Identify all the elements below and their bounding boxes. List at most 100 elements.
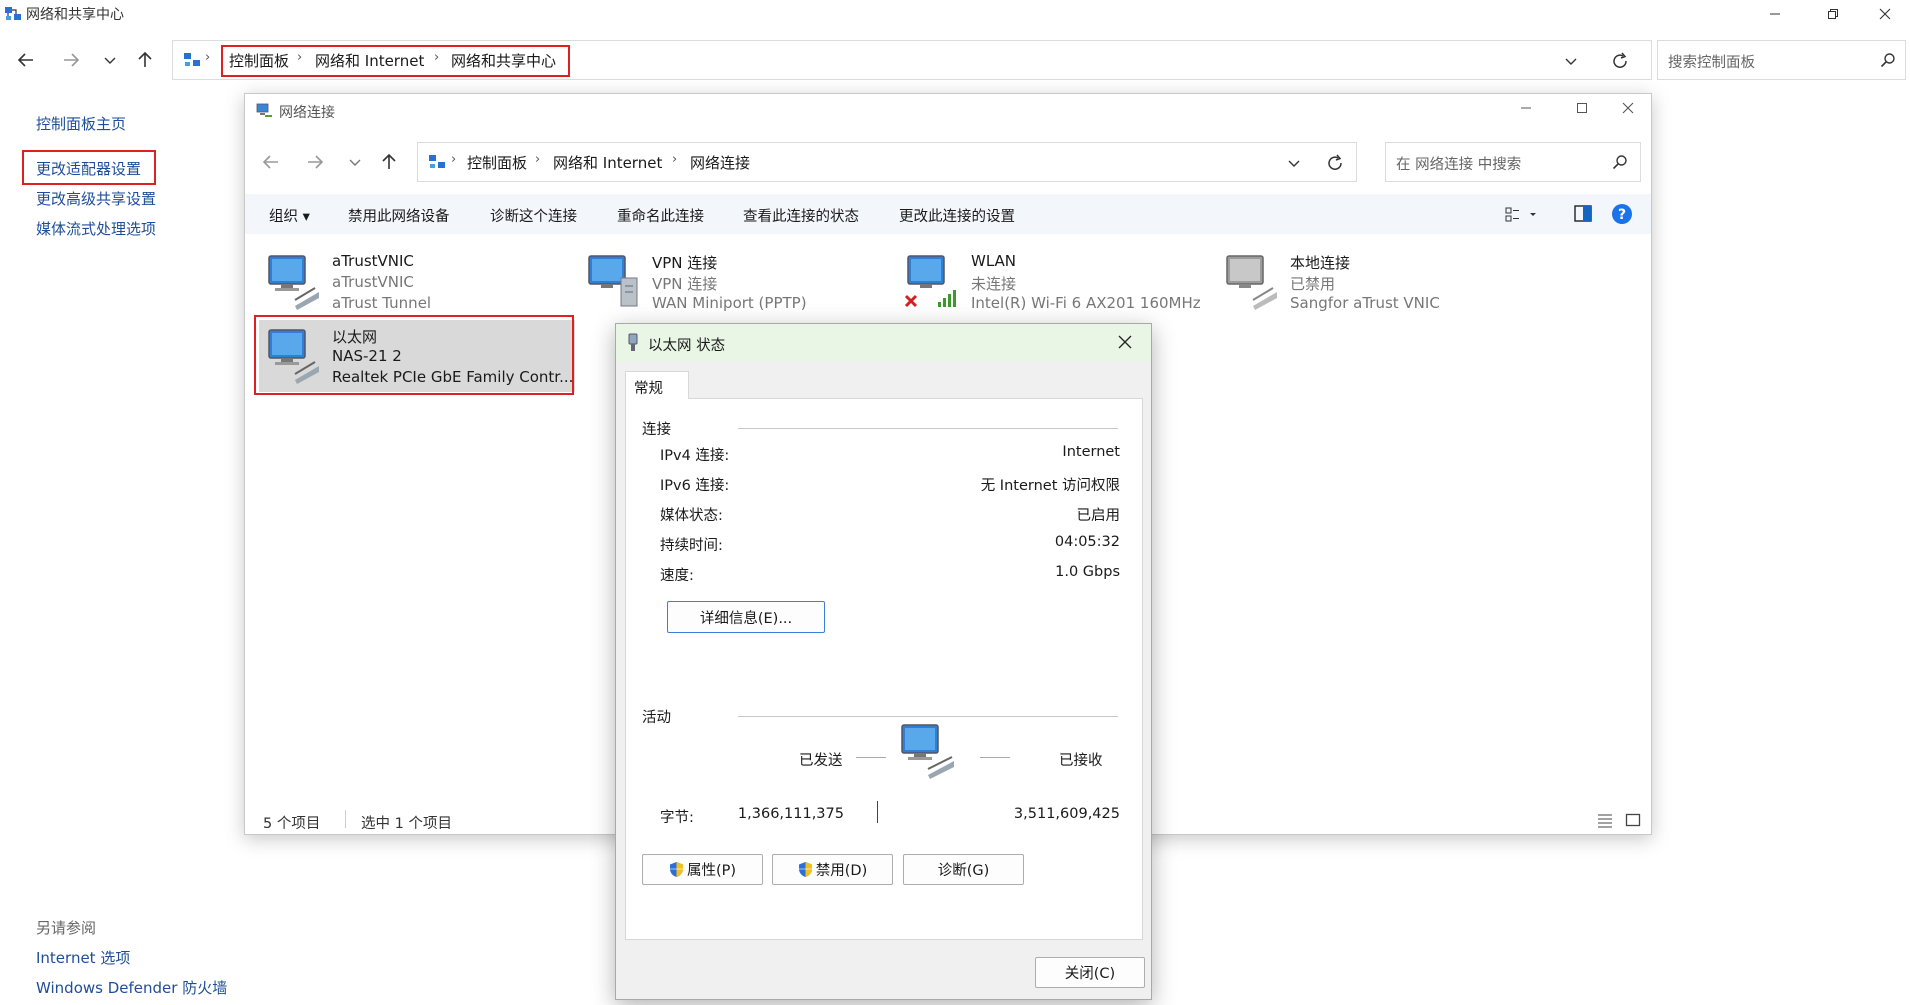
minimize-button[interactable] [1752, 0, 1798, 28]
change-advanced-sharing-link[interactable]: 更改高级共享设置 [36, 188, 156, 209]
rename-connection-button[interactable]: 重命名此连接 [617, 205, 704, 226]
net-forward-button[interactable] [297, 144, 333, 180]
preview-pane-icon[interactable] [1574, 205, 1592, 223]
details-button[interactable]: 详细信息(E)... [667, 601, 825, 633]
net-search-icon[interactable] [1612, 154, 1628, 170]
window-title: 网络和共享中心 [26, 7, 124, 23]
network-activity-icon [898, 719, 960, 781]
net-breadcrumb-network-connections[interactable]: 网络连接 [690, 152, 750, 173]
connection-item-vpn[interactable]: VPN 连接 VPN 连接 WAN Miniport (PPTP) [579, 246, 895, 316]
disable-label: 禁用(D) [815, 863, 868, 879]
diagnose-button[interactable]: 诊断(G) [903, 854, 1024, 885]
net-search-box[interactable]: 在 网络连接 中搜索 [1385, 142, 1641, 182]
network-center-icon [4, 5, 22, 23]
net-back-button[interactable] [253, 144, 289, 180]
connection-name: 本地连接 [1290, 254, 1351, 272]
net-breadcrumb-control-panel[interactable]: 控制面板 [467, 152, 527, 173]
breadcrumb-network-internet[interactable]: 网络和 Internet [315, 50, 424, 71]
large-icons-view-icon[interactable] [1625, 812, 1641, 828]
breadcrumb-separator-icon: › [535, 152, 541, 167]
connection-device: aTrust Tunnel [332, 294, 432, 312]
close-dialog-button[interactable]: 关闭(C) [1035, 957, 1145, 988]
net-refresh-icon[interactable] [1326, 154, 1344, 172]
details-view-icon[interactable] [1597, 812, 1613, 828]
breadcrumb-control-panel[interactable]: 控制面板 [229, 50, 289, 71]
selected-count: 选中 1 个项目 [345, 812, 452, 833]
refresh-icon[interactable] [1611, 52, 1629, 70]
connection-section-heading: 连接 [642, 422, 671, 438]
address-dropdown-icon[interactable] [1563, 53, 1579, 69]
view-status-button[interactable]: 查看此连接的状态 [743, 205, 859, 226]
change-settings-button[interactable]: 更改此连接的设置 [899, 205, 1015, 226]
up-button[interactable] [127, 42, 163, 78]
bytes-divider [877, 801, 878, 823]
net-close-button[interactable] [1605, 94, 1651, 122]
uac-shield-icon [798, 861, 813, 878]
net-breadcrumb-network-internet[interactable]: 网络和 Internet [553, 152, 662, 173]
connection-item-local[interactable]: 本地连接 已禁用 Sangfor aTrust VNIC [1217, 246, 1533, 316]
disabled-adapter-icon [1223, 250, 1281, 310]
ethernet-plug-icon [626, 333, 640, 353]
breadcrumb-separator-icon: › [297, 50, 303, 65]
media-streaming-options-link[interactable]: 媒体流式处理选项 [36, 218, 156, 239]
dialog-titlebar: 以太网 状态 [616, 324, 1151, 362]
breadcrumb-separator-icon: › [672, 152, 678, 167]
restore-button[interactable] [1810, 0, 1856, 28]
search-icon[interactable] [1880, 52, 1896, 68]
organize-button[interactable]: 组织 ▾ [269, 205, 310, 226]
dialog-panel: 连接 IPv4 连接: Internet IPv6 连接: 无 Internet… [625, 398, 1143, 940]
back-button[interactable] [8, 42, 44, 78]
net-address-bar[interactable]: › 控制面板 › 网络和 Internet › 网络连接 [417, 142, 1357, 182]
connection-name: WLAN [971, 252, 1017, 270]
duration-label: 持续时间: [660, 538, 723, 554]
activity-section-heading: 活动 [642, 710, 671, 726]
net-control-panel-icon [428, 153, 446, 171]
search-placeholder: 搜索控制面板 [1668, 55, 1755, 71]
dialog-title: 以太网 状态 [648, 338, 726, 354]
connection-item-atrustvnic[interactable]: aTrustVNIC aTrustVNIC aTrust Tunnel [259, 246, 575, 316]
recent-locations-chevron-icon[interactable] [92, 42, 128, 78]
main-titlebar: 网络和共享中心 [0, 0, 1910, 28]
connection-status: 未连接 [971, 275, 1017, 293]
control-panel-icon [183, 51, 201, 69]
net-address-dropdown-icon[interactable] [1286, 155, 1302, 171]
forward-button[interactable] [53, 42, 89, 78]
properties-button[interactable]: 属性(P) [642, 854, 763, 885]
connection-name: 以太网 [332, 328, 378, 346]
tab-general[interactable]: 常规 [625, 371, 689, 399]
received-label: 已接收 [1059, 753, 1103, 769]
media-state-label: 媒体状态: [660, 508, 723, 524]
view-options-icon[interactable] [1505, 205, 1539, 223]
search-box[interactable]: 搜索控制面板 [1657, 40, 1906, 80]
control-panel-home-link[interactable]: 控制面板主页 [36, 113, 126, 134]
internet-options-link[interactable]: Internet 选项 [36, 947, 130, 968]
change-adapter-settings-link[interactable]: 更改适配器设置 [36, 158, 141, 179]
connection-name: VPN 连接 [652, 254, 718, 272]
disable-button[interactable]: 禁用(D) [772, 854, 893, 885]
disable-device-button[interactable]: 禁用此网络设备 [348, 205, 450, 226]
diagnose-connection-button[interactable]: 诊断这个连接 [490, 205, 577, 226]
bytes-sent-value: 1,366,111,375 [737, 806, 844, 822]
dialog-close-icon[interactable] [1117, 334, 1133, 350]
windows-defender-firewall-link[interactable]: Windows Defender 防火墙 [36, 977, 227, 998]
net-up-button[interactable] [371, 144, 407, 180]
bytes-received-value: 3,511,609,425 [1013, 806, 1120, 822]
selected-count-text: 选中 1 个项目 [361, 816, 452, 832]
help-icon[interactable]: ? [1611, 203, 1633, 225]
connection-item-wlan[interactable]: WLAN 未连接 Intel(R) Wi-Fi 6 AX201 160MHz [898, 246, 1214, 316]
net-maximize-button[interactable] [1559, 94, 1605, 122]
breadcrumb-network-sharing-center[interactable]: 网络和共享中心 [451, 50, 556, 71]
tab-general-label: 常规 [634, 381, 663, 397]
connection-status: VPN 连接 [652, 275, 718, 293]
connection-device: WAN Miniport (PPTP) [652, 294, 807, 312]
close-button[interactable] [1862, 0, 1908, 28]
connection-item-ethernet-selected[interactable]: 以太网 NAS-21 2 Realtek PCIe GbE Family Con… [254, 315, 575, 395]
wlan-adapter-icon [904, 250, 962, 310]
net-minimize-button[interactable] [1503, 94, 1549, 122]
net-recent-chevron-icon[interactable] [337, 144, 373, 180]
speed-label: 速度: [660, 568, 694, 584]
media-state-value: 已启用 [1076, 508, 1121, 524]
address-bar[interactable]: › 控制面板 › 网络和 Internet › 网络和共享中心 [172, 40, 1652, 80]
breadcrumb-separator-icon: › [434, 50, 440, 65]
breadcrumb-separator-icon: › [205, 50, 211, 65]
